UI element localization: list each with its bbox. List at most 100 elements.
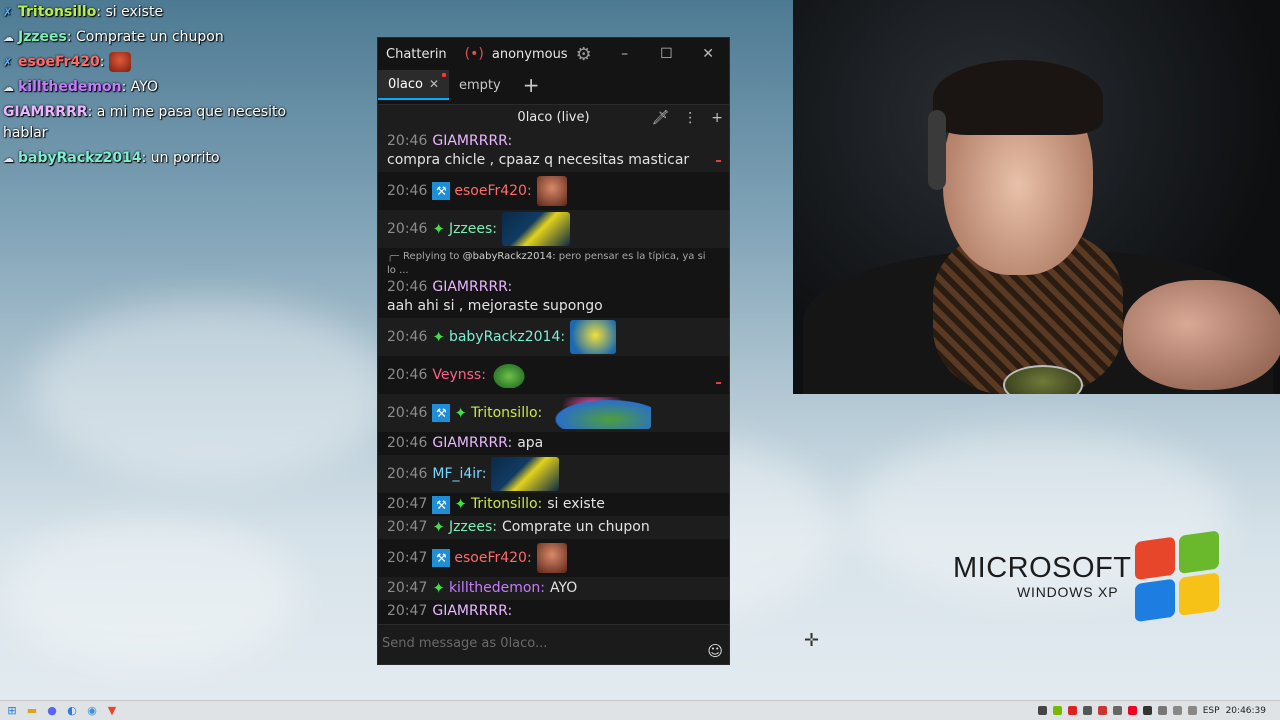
split-menu-icon[interactable]: ⋮ (683, 110, 697, 126)
chat-message[interactable]: 20:46 ⚒ ✦ Tritonsillo: (378, 394, 729, 432)
username[interactable]: babyRackz2014: (449, 328, 565, 347)
star-badge-icon[interactable]: ✦ (432, 579, 445, 598)
close-button[interactable]: ✕ (687, 46, 729, 62)
chat-message[interactable]: 20:46 ⚒ esoeFr420: (378, 172, 729, 210)
timestamp: 20:46 (387, 133, 428, 149)
file-explorer-icon[interactable]: ▬ (26, 704, 38, 717)
timestamp: 20:46 (387, 279, 428, 295)
message-list[interactable]: 20:46 GIAMRRRR: compra chicle , cpaaz q ne… (378, 130, 729, 623)
chat-message[interactable]: ╭─ Replying to @babyRackz2014: pero pensa… (378, 248, 729, 318)
tray-icon[interactable] (1157, 706, 1167, 715)
nvidia-tray-icon[interactable] (1052, 706, 1062, 715)
tab-empty[interactable]: empty (449, 70, 511, 100)
reply-hook-icon: ╭─ (387, 251, 400, 262)
overlay-chat-line: ☁ killthedemon: AYO (0, 75, 300, 100)
brain-badge-icon: ☁ (3, 81, 14, 94)
overlay-message-text: : Comprate un chupon (66, 29, 224, 45)
chat-message[interactable]: 20:47 ⚒ ✦ Tritonsillo: si existe (378, 493, 729, 516)
star-badge-icon[interactable]: ✦ (432, 220, 445, 239)
star-badge-icon[interactable]: ✦ (432, 328, 445, 347)
start-windows-icon[interactable]: ⊞ (6, 704, 18, 717)
emote-image[interactable] (570, 320, 617, 354)
username[interactable]: esoeFr420: (454, 549, 531, 568)
emote-image[interactable] (547, 397, 652, 429)
tray-icon[interactable] (1082, 706, 1092, 715)
moderator-badge-icon[interactable]: ⚒ (432, 549, 451, 567)
reply-prefix: Replying to (403, 251, 460, 262)
timestamp: 20:47 (387, 580, 428, 596)
username[interactable]: GIAMRRRR: (432, 278, 512, 297)
emote-image[interactable] (536, 543, 567, 573)
tab-label: empty (459, 77, 501, 93)
moderator-badge-icon[interactable]: ⚒ (432, 182, 451, 200)
tray-icon[interactable] (1097, 706, 1107, 715)
chat-message[interactable]: 20:46 ✦ Jzzees: (378, 210, 729, 248)
username[interactable]: Jzzees: (449, 220, 497, 239)
username[interactable]: GIAMRRRR: (432, 602, 512, 621)
username[interactable]: killthedemon: (449, 579, 545, 598)
star-badge-icon[interactable]: ✦ (454, 404, 467, 423)
chat-message[interactable]: 20:46 GIAMRRRR: apa (378, 432, 729, 455)
chatterino-window: Chatterin (•) anonymous ⚙ – ☐ ✕ 0laco ✕ … (377, 37, 730, 665)
username[interactable]: Jzzees: (449, 518, 497, 537)
chat-message[interactable]: 20:47 ⚒ esoeFr420: (378, 539, 729, 577)
chat-message[interactable]: 20:46 Veynss: (378, 356, 729, 394)
browser-icon[interactable]: ◉ (86, 704, 98, 717)
username[interactable]: Tritonsillo: (471, 404, 542, 423)
tray-icon[interactable] (1067, 706, 1077, 715)
language-indicator[interactable]: ESP (1203, 706, 1220, 716)
username[interactable]: GIAMRRRR: (432, 132, 512, 151)
clock[interactable]: 20:46:39 (1226, 706, 1266, 716)
emote-image[interactable] (491, 457, 560, 491)
network-icon[interactable] (1172, 706, 1182, 715)
username[interactable]: Veynss: (432, 366, 486, 385)
timestamp: 20:46 (387, 366, 428, 383)
chat-message[interactable]: 20:46 ✦ babyRackz2014: (378, 318, 729, 356)
message-input[interactable] (382, 633, 697, 653)
tray-icon[interactable] (1112, 706, 1122, 715)
star-badge-icon[interactable]: ✦ (432, 518, 445, 537)
username[interactable]: Tritonsillo: (471, 495, 542, 514)
overlay-message-text: : un porrito (141, 150, 220, 166)
overlay-message-text: : si existe (96, 4, 164, 20)
moderator-badge-icon[interactable]: ⚒ (432, 495, 451, 514)
volume-icon[interactable] (1187, 706, 1197, 715)
username[interactable]: GIAMRRRR: (432, 434, 512, 453)
chat-message[interactable]: 20:47GIAMRRRR:a mi me pasa que necesito … (378, 600, 729, 623)
window-titlebar[interactable]: Chatterin (•) anonymous ⚙ – ☐ ✕ (378, 38, 729, 70)
reply-context[interactable]: ╭─ Replying to @babyRackz2014: pero pensa… (387, 250, 711, 278)
tray-icon[interactable] (1142, 706, 1152, 715)
chat-message[interactable]: 20:46 MF_i4ir: (378, 455, 729, 493)
discord-icon[interactable]: ● (46, 704, 58, 717)
settings-gear-icon[interactable]: ⚙ (576, 44, 592, 65)
sword-badge-icon: ✗ (3, 6, 13, 19)
chat-message[interactable]: 20:47 ✦ Jzzees: Comprate un chupon (378, 516, 729, 539)
emote-image[interactable] (502, 212, 571, 246)
brave-icon[interactable]: ▼ (106, 704, 118, 717)
timestamp: 20:46 (387, 435, 428, 451)
maximize-button[interactable]: ☐ (645, 46, 687, 62)
message-text: compra chicle , cpaaz q necesitas mastic… (387, 152, 690, 168)
tray-icon[interactable] (1127, 706, 1137, 715)
emote-image[interactable] (536, 176, 567, 206)
minimize-button[interactable]: – (604, 46, 646, 62)
chat-message[interactable]: 20:47 ✦ killthedemon: AYO (378, 577, 729, 600)
emoji-picker-icon[interactable]: ☺ (707, 642, 723, 660)
chat-message[interactable]: 20:46 GIAMRRRR: compra chicle , cpaaz q ne… (378, 130, 729, 172)
reply-mention[interactable]: @babyRackz2014: (463, 251, 556, 262)
emote-image[interactable] (490, 362, 527, 388)
tray-icon[interactable] (1037, 706, 1047, 715)
tab-close-icon[interactable]: ✕ (429, 77, 439, 91)
streamer-mode-icon[interactable]: (•) (465, 46, 484, 62)
account-switcher[interactable]: anonymous (492, 47, 568, 62)
add-tab-button[interactable]: + (511, 70, 552, 100)
tab-0laco[interactable]: 0laco ✕ (378, 70, 450, 100)
message-text: apa (517, 435, 544, 451)
username[interactable]: esoeFr420: (454, 182, 531, 201)
username[interactable]: MF_i4ir: (432, 465, 486, 484)
star-badge-icon[interactable]: ✦ (454, 495, 467, 514)
chatterino-taskbar-icon[interactable]: ◐ (66, 704, 78, 717)
add-split-icon[interactable]: + (711, 110, 723, 126)
moderator-badge-icon[interactable]: ⚒ (432, 404, 451, 422)
moderation-sword-icon[interactable]: 🗡 (651, 110, 669, 126)
